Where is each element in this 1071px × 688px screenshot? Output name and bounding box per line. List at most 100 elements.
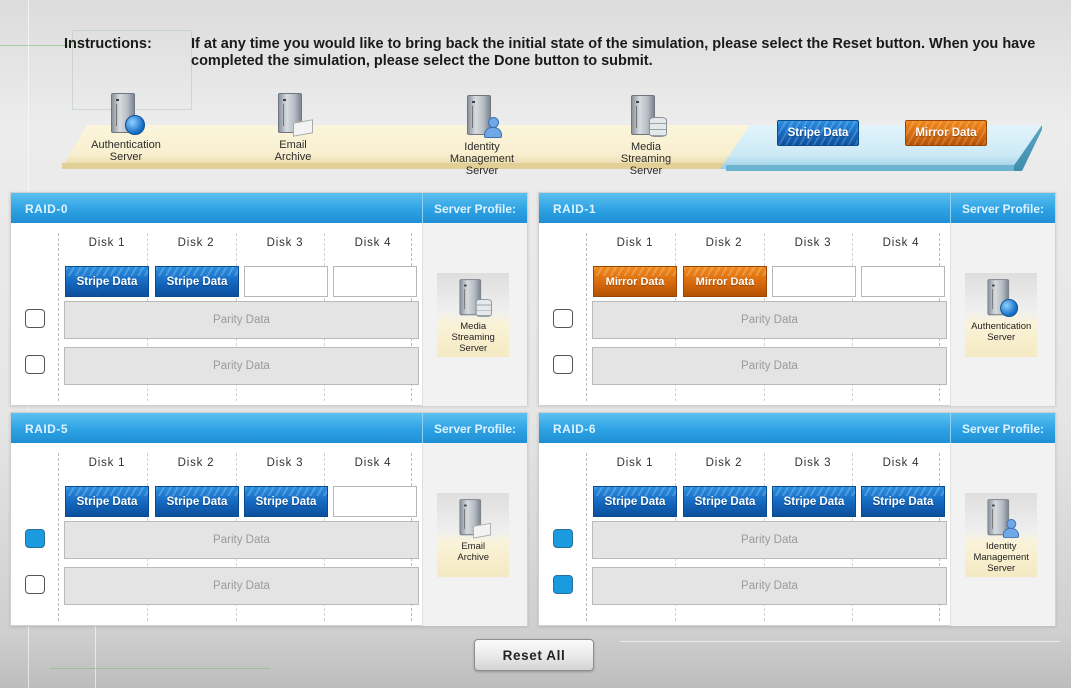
stripe-data-draggable[interactable]: Stripe Data xyxy=(777,120,859,146)
server-label: Archive xyxy=(274,151,312,163)
raid-title: RAID-6 xyxy=(553,422,597,436)
parity-checkbox-1[interactable] xyxy=(553,529,573,548)
server-profile-dropzone[interactable]: Authentication Server xyxy=(950,223,1055,406)
server-profile-label: Server Profile: xyxy=(422,193,527,223)
server-profile-line: Identity xyxy=(985,541,1017,552)
parity-checkbox-1[interactable] xyxy=(25,309,45,328)
disk-label: Disk 1 xyxy=(88,457,126,469)
raid-panel-raid-6: RAID-6 Server Profile: Disk 1 Disk 2 Dis… xyxy=(538,412,1056,626)
disk-1-slot[interactable]: Stripe Data xyxy=(65,266,149,297)
parity-data-1: Parity Data xyxy=(592,301,947,339)
server-profile-line: Server xyxy=(459,343,488,354)
disk-3-slot[interactable]: Stripe Data xyxy=(244,486,328,517)
server-label: Management xyxy=(449,153,515,165)
parity-checkbox-2[interactable] xyxy=(553,355,573,374)
server-user-icon xyxy=(465,95,502,139)
panel-header: RAID-6 Server Profile: xyxy=(539,413,1055,443)
server-mail-icon xyxy=(276,93,313,137)
disk-3-slot[interactable] xyxy=(772,266,856,297)
disk-4-slot[interactable] xyxy=(861,266,945,297)
instructions-text: If at any time you would like to bring b… xyxy=(191,36,1036,69)
raid-title: RAID-1 xyxy=(553,202,597,216)
parity-data-1: Parity Data xyxy=(592,521,947,559)
server-profile-line: Management xyxy=(973,552,1029,563)
parity-checkbox-2[interactable] xyxy=(25,575,45,594)
data-shelf-edge xyxy=(726,165,1016,171)
raid-area: Disk 1 Disk 2 Disk 3 Disk 4 Mirror Data … xyxy=(539,223,950,406)
server-profile-dropzone[interactable]: Media Streaming Server xyxy=(422,223,527,406)
raid-area: Disk 1 Disk 2 Disk 3 Disk 4 Stripe Data … xyxy=(539,443,950,626)
server-profile-name: Media Streaming Server xyxy=(437,321,509,354)
disk-1-slot[interactable]: Mirror Data xyxy=(593,266,677,297)
server-profile-line: Streaming xyxy=(451,332,495,343)
server-label: Server xyxy=(109,151,143,163)
parity-data-2: Parity Data xyxy=(592,347,947,385)
disk-label: Disk 2 xyxy=(705,237,743,249)
server-profile-label: Server Profile: xyxy=(950,193,1055,223)
raid-title: RAID-0 xyxy=(25,202,69,216)
server-profile-line: Server xyxy=(987,563,1016,574)
server-profile-card[interactable]: Identity Management Server xyxy=(965,493,1038,577)
server-label: Email xyxy=(279,139,307,151)
server-label: Identity xyxy=(464,141,500,153)
raid-title: RAID-5 xyxy=(25,422,69,436)
disk-label: Disk 3 xyxy=(794,457,832,469)
disk-3-slot[interactable] xyxy=(244,266,328,297)
panel-header: RAID-1 Server Profile: xyxy=(539,193,1055,223)
parity-checkbox-2[interactable] xyxy=(553,575,573,594)
disk-2-slot[interactable]: Stripe Data xyxy=(155,266,239,297)
server-profile-card[interactable]: Media Streaming Server xyxy=(437,273,510,357)
disk-4-slot[interactable]: Stripe Data xyxy=(861,486,945,517)
parity-checkbox-1[interactable] xyxy=(25,529,45,548)
server-profile-line: Server xyxy=(987,332,1016,343)
parity-data-1: Parity Data xyxy=(64,521,419,559)
server-profile-dropzone[interactable]: Identity Management Server xyxy=(950,443,1055,626)
mirror-data-draggable[interactable]: Mirror Data xyxy=(905,120,987,146)
server-profile-label: Server Profile: xyxy=(950,413,1055,443)
parity-data-2: Parity Data xyxy=(64,567,419,605)
server-profile-card[interactable]: Email Archive xyxy=(437,493,510,577)
server-profile-card[interactable]: Authentication Server xyxy=(965,273,1038,357)
disk-label: Disk 4 xyxy=(882,457,920,469)
disk-1-slot[interactable]: Stripe Data xyxy=(65,486,149,517)
instructions: Instructions: If at any time you would l… xyxy=(64,36,1041,70)
disk-label: Disk 4 xyxy=(354,237,392,249)
shelf-identity-management-server[interactable]: Identity Management Server xyxy=(438,95,526,177)
shelf-email-archive[interactable]: Email Archive xyxy=(258,93,328,163)
server-profile-line: Authentication xyxy=(971,321,1032,332)
server-globe-icon xyxy=(109,93,145,137)
raid-area: Disk 1 Disk 2 Disk 3 Disk 4 Stripe Data … xyxy=(11,443,422,626)
parity-data-2: Parity Data xyxy=(64,347,419,385)
shelf-authentication-server[interactable]: Authentication Server xyxy=(80,93,172,163)
raid-panel-raid-5: RAID-5 Server Profile: Disk 1 Disk 2 Dis… xyxy=(10,412,528,626)
server-label: Streaming xyxy=(620,153,672,165)
server-mail-icon xyxy=(458,499,492,539)
disk-4-slot[interactable] xyxy=(333,266,417,297)
disk-1-slot[interactable]: Stripe Data xyxy=(593,486,677,517)
server-profile-line: Media xyxy=(460,321,487,332)
server-profile-dropzone[interactable]: Email Archive xyxy=(422,443,527,626)
disk-4-slot[interactable] xyxy=(333,486,417,517)
server-database-icon xyxy=(458,279,493,319)
panel-header: RAID-0 Server Profile: xyxy=(11,193,527,223)
disk-label: Disk 1 xyxy=(88,237,126,249)
disk-2-slot[interactable]: Stripe Data xyxy=(155,486,239,517)
server-profile-label: Server Profile: xyxy=(422,413,527,443)
reset-all-button[interactable]: Reset All xyxy=(474,639,594,671)
server-label: Media xyxy=(631,141,661,153)
parity-data-2: Parity Data xyxy=(592,567,947,605)
parity-checkbox-1[interactable] xyxy=(553,309,573,328)
background-line xyxy=(50,668,270,669)
disk-3-slot[interactable]: Stripe Data xyxy=(772,486,856,517)
disk-label: Disk 2 xyxy=(177,237,215,249)
server-profile-name: Email Archive xyxy=(437,541,509,563)
background-line xyxy=(0,45,70,46)
disk-label: Disk 2 xyxy=(705,457,743,469)
background-line xyxy=(95,620,96,688)
disk-2-slot[interactable]: Mirror Data xyxy=(683,266,767,297)
disk-label: Disk 4 xyxy=(882,237,920,249)
disk-label: Disk 3 xyxy=(266,237,304,249)
shelf-media-streaming-server[interactable]: Media Streaming Server xyxy=(608,95,684,177)
disk-2-slot[interactable]: Stripe Data xyxy=(683,486,767,517)
parity-checkbox-2[interactable] xyxy=(25,355,45,374)
